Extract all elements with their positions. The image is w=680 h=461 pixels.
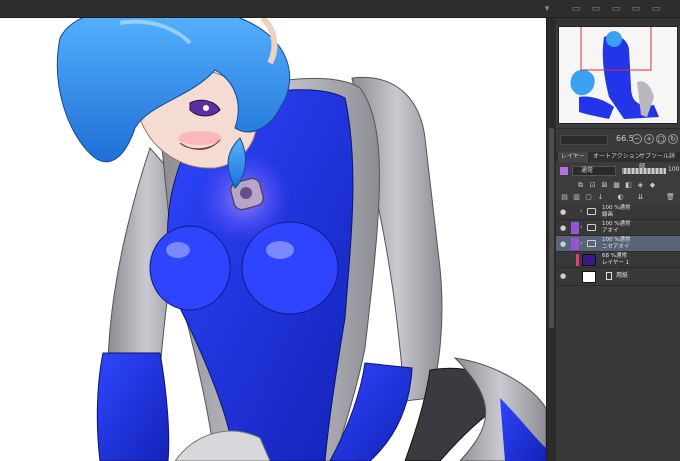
chevron-down-icon[interactable]: ▾ xyxy=(541,3,553,15)
fit-icon[interactable]: □ xyxy=(656,134,666,144)
layer-tool-row-2: ▤ ▥ ▢ ↓ ◐ ⇊ 🗑 xyxy=(556,192,680,204)
layer-name: 線画 xyxy=(602,212,614,218)
panel-icon-c[interactable]: ▭ xyxy=(610,3,622,15)
artwork-illustration xyxy=(56,18,546,461)
layer-name: レイヤー 1 xyxy=(602,260,630,266)
color-icon[interactable]: ◆ xyxy=(648,181,657,190)
right-panel: 66.5 − + □ ↻ レイヤー オートアクション サブツール詳細 通常 10… xyxy=(556,18,680,461)
alpha-lock-icon[interactable]: ▦ xyxy=(612,181,621,190)
expand-icon[interactable]: › xyxy=(580,208,582,215)
navigator-controls: 66.5 − + □ ↻ xyxy=(556,128,680,150)
layer-mode: 100 %通常 xyxy=(602,221,631,227)
panel-icon-d[interactable]: ▭ xyxy=(630,3,642,15)
lock-icon[interactable]: ⊠ xyxy=(600,181,609,190)
pen-lock-icon[interactable] xyxy=(571,238,579,250)
zoom-in-icon[interactable]: + xyxy=(644,134,654,144)
layer-name: アオイ xyxy=(602,228,619,234)
canvas-vertical-scrollbar[interactable] xyxy=(546,18,556,461)
eye-icon[interactable]: ● xyxy=(560,208,566,216)
mask-icon[interactable]: ◧ xyxy=(624,181,633,190)
layer-list: ● › 100 %通常 線画 ● › 100 %通常 アオイ ● › 100 %… xyxy=(556,204,680,461)
opacity-slider[interactable] xyxy=(622,168,666,174)
layer-row-lineart[interactable]: ● › 100 %通常 線画 xyxy=(556,204,680,220)
layer-row-layer1[interactable]: 68 %通常 レイヤー 1 xyxy=(556,252,680,268)
panel-icon-e[interactable]: ▭ xyxy=(650,3,662,15)
clip-studio-window: ▾ ▭ ▭ ▭ ▭ ▭ 66.5 − + □ ↻ レイヤー オートアクション サ… xyxy=(0,0,680,461)
layer-thumbnail xyxy=(582,254,596,266)
tab-subtool-detail[interactable]: サブツール詳細 xyxy=(636,152,680,170)
new-layer-icon[interactable]: ▤ xyxy=(560,193,569,202)
delete-icon[interactable]: 🗑 xyxy=(666,193,675,202)
paper-icon xyxy=(606,272,612,280)
layer-mode: 68 %通常 xyxy=(602,253,627,259)
folder-icon xyxy=(587,240,596,247)
layer-row-paper[interactable]: ● 用紙 xyxy=(556,268,680,286)
scrollbar-thumb[interactable] xyxy=(549,128,554,328)
opacity-value: 100 xyxy=(668,166,680,173)
eye-icon[interactable]: ● xyxy=(560,272,566,280)
layer-mode: 100 %通常 xyxy=(602,237,631,243)
palette-icon[interactable]: ◈ xyxy=(636,181,645,190)
layer-color-chip[interactable] xyxy=(560,167,568,175)
drawing-canvas[interactable] xyxy=(0,18,546,461)
layer-row-nise-aoi[interactable]: ● › 100 %通常 ニセアオイ xyxy=(556,236,680,252)
panel-icon-b[interactable]: ▭ xyxy=(590,3,602,15)
layer-row-aoi[interactable]: ● › 100 %通常 アオイ xyxy=(556,220,680,236)
rotate-icon[interactable]: ↻ xyxy=(668,134,678,144)
zoom-slider[interactable] xyxy=(560,135,608,145)
layer-panel-tabs: レイヤー オートアクション サブツール詳細 xyxy=(556,152,680,170)
color-strip-icon xyxy=(576,254,579,266)
clip-icon[interactable]: ⧉ xyxy=(576,181,585,190)
layer-name: 用紙 xyxy=(616,272,629,279)
expand-icon[interactable]: › xyxy=(580,224,582,231)
folder-icon xyxy=(587,208,596,215)
layer-mode: 100 %通常 xyxy=(602,205,631,211)
panel-icon-a[interactable]: ▭ xyxy=(570,3,582,15)
blend-mode-select[interactable]: 通常 xyxy=(572,166,616,176)
top-toolbar: ▾ ▭ ▭ ▭ ▭ ▭ xyxy=(0,0,680,18)
mask-add-icon[interactable]: ◐ xyxy=(616,193,625,202)
eye-icon[interactable]: ● xyxy=(560,224,566,232)
tab-layer[interactable]: レイヤー xyxy=(558,152,588,162)
zoom-out-icon[interactable]: − xyxy=(632,134,642,144)
new-folder-icon[interactable]: ▢ xyxy=(584,193,593,202)
layer-thumbnail xyxy=(582,271,596,283)
pen-lock-icon[interactable] xyxy=(571,222,579,234)
blend-mode-row: 通常 100 xyxy=(556,164,680,178)
expand-icon[interactable]: › xyxy=(580,240,582,247)
folder-icon xyxy=(587,224,596,231)
eye-icon[interactable]: ● xyxy=(560,240,566,248)
layer-tool-row: ⧉ ⊡ ⊠ ▦ ◧ ◈ ◆ xyxy=(556,180,680,192)
down-icon[interactable]: ↓ xyxy=(596,193,605,202)
merge-icon[interactable]: ⇊ xyxy=(636,193,645,202)
layer-name: ニセアオイ xyxy=(602,244,630,250)
panel-tabstrip xyxy=(556,18,680,26)
navigator-preview[interactable] xyxy=(558,26,678,124)
new-vector-icon[interactable]: ▥ xyxy=(572,193,581,202)
ref-icon[interactable]: ⊡ xyxy=(588,181,597,190)
navigator-thumbnail xyxy=(559,27,677,123)
